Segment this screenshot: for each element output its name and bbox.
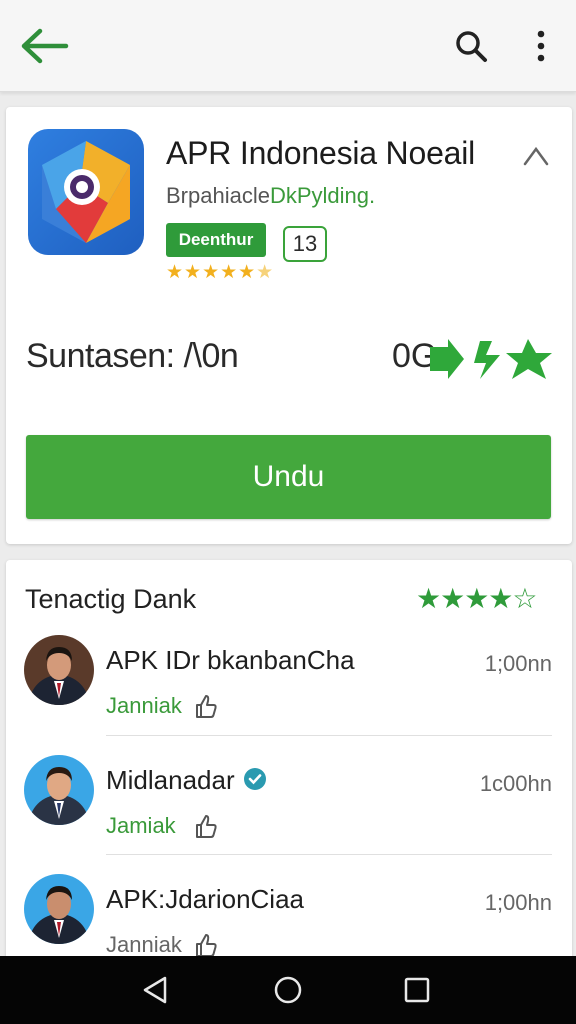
back-button[interactable] — [18, 24, 72, 68]
app-logo-icon — [28, 129, 144, 255]
avatar — [24, 635, 94, 705]
avatar — [24, 755, 94, 825]
reviewer-tag: Jamiak — [106, 813, 176, 838]
app-details-card: APR Indonesia Noeail BrpahiacleDkPylding… — [6, 107, 572, 544]
thumbs-up-icon[interactable] — [194, 932, 218, 958]
empty-star-icon: ☆ — [512, 583, 537, 614]
review-time: 1c00hn — [479, 771, 552, 796]
review-time: 1;00nn — [484, 651, 552, 676]
more-vert-icon — [537, 30, 545, 62]
star-icons: ★★★★ — [416, 583, 513, 614]
list-item[interactable]: Midlanadar 1c00hn Jamiak — [6, 755, 572, 873]
reviewer-name: APK:JdarionCiaa — [106, 884, 304, 914]
editors-choice-badge: Deenthur — [166, 223, 266, 257]
review-time: 1;00hn — [484, 890, 552, 915]
size-info: Suntasen: /\0n — [26, 337, 239, 375]
reviews-rating-stars: ★★★★☆ — [416, 582, 538, 615]
nav-home-button[interactable] — [263, 970, 313, 1010]
reviewer-name: Midlanadar — [106, 765, 235, 795]
verified-check-icon — [243, 768, 266, 790]
overflow-menu-button[interactable] — [524, 24, 558, 68]
app-rating-stars: ★★★★★★ — [166, 261, 274, 284]
reviewer-tag: Janniak — [106, 932, 182, 957]
half-star-icon: ★ — [256, 262, 275, 283]
search-icon — [456, 31, 487, 62]
star-icons: ★★★★★ — [166, 262, 257, 283]
developer-link[interactable]: DkPylding. — [270, 183, 375, 208]
search-button[interactable] — [448, 24, 494, 68]
thumbs-up-icon[interactable] — [194, 813, 218, 839]
reviews-title: Tenactig Dank — [25, 584, 197, 614]
nav-back-button[interactable] — [130, 970, 180, 1010]
nav-recents-button[interactable] — [392, 970, 442, 1010]
nav-home-icon — [274, 976, 302, 1004]
developer-name[interactable]: BrpahiacleDkPylding. — [166, 183, 375, 209]
arrow-left-icon — [21, 28, 69, 64]
reviewer-name-row: Midlanadar — [106, 765, 267, 796]
nav-back-icon — [143, 976, 167, 1004]
reviewer-tag: Janniak — [106, 693, 182, 718]
developer-label: Brpahiacle — [166, 183, 270, 208]
reviewer-name: APK IDr bkanbanCha — [106, 645, 355, 675]
install-button[interactable]: Undu — [26, 435, 551, 519]
thumbs-up-icon[interactable] — [194, 693, 218, 719]
divider — [106, 854, 552, 855]
age-rating-badge: 13 — [283, 226, 327, 262]
reviews-card: Tenactig Dank ★★★★☆ APK IDr bkanbanCha 1… — [6, 560, 572, 960]
system-nav-bar — [0, 956, 576, 1024]
nav-recents-icon — [404, 977, 430, 1003]
green-arrows-icon — [430, 339, 552, 379]
divider — [106, 735, 552, 736]
app-title: APR Indonesia Noeail — [166, 135, 476, 171]
app-bar — [0, 0, 576, 92]
avatar — [24, 874, 94, 944]
chevron-up-icon[interactable] — [522, 141, 550, 169]
